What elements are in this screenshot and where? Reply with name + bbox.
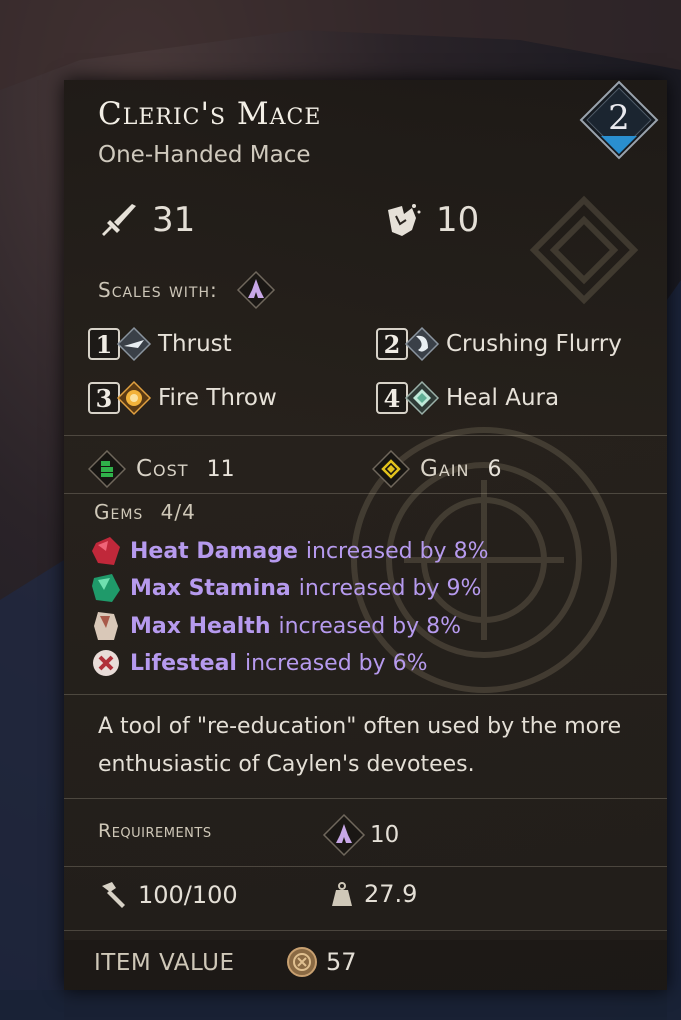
damage-stat: 31 bbox=[98, 200, 195, 240]
cost-stat: Cost 11 bbox=[88, 450, 235, 488]
divider bbox=[64, 694, 667, 695]
fire-throw-icon bbox=[116, 380, 152, 416]
gem-effect: increased by 8% bbox=[305, 538, 489, 564]
tier-number: 2 bbox=[608, 98, 630, 138]
gain-icon bbox=[372, 450, 410, 488]
cost-icon bbox=[88, 450, 126, 488]
scales-with-label: Scales with: bbox=[98, 278, 218, 302]
hammer-icon bbox=[102, 882, 125, 908]
requirements-label: Requirements bbox=[98, 820, 212, 842]
divider bbox=[64, 493, 667, 494]
scales-with: Scales with: bbox=[98, 270, 276, 310]
shatter-icon bbox=[388, 204, 421, 236]
item-value-label: ITEM VALUE bbox=[94, 950, 235, 976]
divider bbox=[64, 930, 667, 931]
crushing-flurry-icon bbox=[404, 326, 440, 362]
skill-name-1: Thrust bbox=[158, 331, 232, 357]
divider bbox=[64, 866, 667, 867]
durability-value: 100/100 bbox=[138, 881, 238, 909]
skill-name-2: Crushing Flurry bbox=[446, 331, 622, 357]
gem-row[interactable]: Max Health increased by 8% bbox=[88, 608, 461, 644]
gem-row[interactable]: Lifesteal increased by 6% bbox=[88, 645, 428, 681]
durability-stat: 100/100 bbox=[98, 880, 238, 910]
item-value-amount: 57 bbox=[326, 948, 357, 976]
damage-value: 31 bbox=[152, 200, 196, 240]
faith-hands-icon bbox=[322, 813, 366, 857]
skill-name-4: Heal Aura bbox=[446, 385, 560, 411]
health-gem-icon bbox=[94, 612, 118, 640]
weight-stat: 27.9 bbox=[330, 880, 417, 908]
stagger-value: 10 bbox=[436, 200, 480, 240]
gem-name: Max Health bbox=[130, 613, 271, 639]
gain-stat: Gain 6 bbox=[372, 450, 501, 488]
gems-header: Gems 4/4 bbox=[94, 500, 196, 524]
skill-name-3: Fire Throw bbox=[158, 385, 277, 411]
cost-value: 11 bbox=[206, 456, 235, 482]
skill-2[interactable]: 2 Crushing Flurry bbox=[376, 326, 622, 362]
gain-label: Gain bbox=[420, 456, 470, 482]
tier-badge: 2 bbox=[579, 80, 659, 160]
skill-4[interactable]: 4 Heal Aura bbox=[376, 380, 559, 416]
gems-label: Gems bbox=[94, 500, 144, 524]
lifesteal-gem-icon bbox=[93, 650, 119, 676]
gem-name: Lifesteal bbox=[130, 650, 237, 676]
requirement-faith-value: 10 bbox=[370, 822, 400, 848]
gem-row[interactable]: Heat Damage increased by 8% bbox=[88, 533, 488, 569]
item-tooltip-card: Cleric's Mace One-Handed Mace 2 31 10 Sc… bbox=[64, 80, 667, 990]
coin-icon bbox=[287, 947, 317, 977]
item-value: 57 bbox=[286, 946, 357, 978]
requirements-value: 10 bbox=[322, 813, 399, 857]
stagger-stat: 10 bbox=[382, 200, 479, 240]
faith-hands-icon bbox=[236, 270, 275, 310]
gem-row[interactable]: Max Stamina increased by 9% bbox=[88, 570, 481, 606]
divider bbox=[64, 798, 667, 799]
cost-label: Cost bbox=[136, 456, 189, 482]
thrust-icon bbox=[116, 326, 152, 362]
gem-effect: increased by 6% bbox=[244, 650, 428, 676]
skill-1[interactable]: 1 Thrust bbox=[88, 326, 232, 362]
weight-icon bbox=[332, 882, 352, 906]
gems-count: 4/4 bbox=[160, 500, 196, 524]
gem-effect: increased by 8% bbox=[278, 613, 462, 639]
emerald-gem-icon bbox=[92, 574, 120, 602]
gem-name: Max Stamina bbox=[130, 575, 291, 601]
heal-aura-icon bbox=[404, 380, 440, 416]
item-description: A tool of "re-education" often used by t… bbox=[98, 714, 622, 777]
divider bbox=[64, 435, 667, 436]
gem-effect: increased by 9% bbox=[298, 575, 482, 601]
gain-value: 6 bbox=[487, 456, 502, 482]
gem-name: Heat Damage bbox=[130, 538, 298, 564]
item-type: One-Handed Mace bbox=[98, 142, 311, 168]
weight-value: 27.9 bbox=[364, 880, 418, 908]
ruby-gem-icon bbox=[92, 537, 120, 565]
skill-3[interactable]: 3 Fire Throw bbox=[88, 380, 277, 416]
sword-icon bbox=[102, 204, 136, 236]
item-name: Cleric's Mace bbox=[98, 96, 322, 132]
